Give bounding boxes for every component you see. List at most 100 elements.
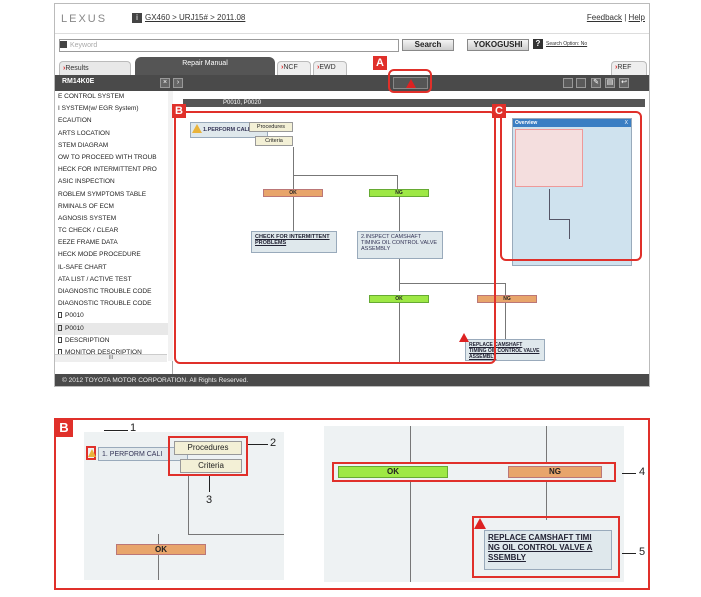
leader-line [104, 430, 128, 431]
sidebar-item-label: P0010 [65, 324, 84, 332]
edit-icon[interactable]: ✎ [591, 78, 601, 88]
connector [410, 482, 411, 582]
callout-number-2: 2 [270, 437, 277, 449]
keyword-icon [60, 41, 67, 48]
sidebar-item-label: DESCRIPTION [65, 336, 110, 344]
top-bar: LEXUS i GX460 > URJ15# > 2011.08 Feedbac… [55, 4, 649, 34]
sidebar-item-label: HECK MODE PROCEDURE [58, 251, 141, 259]
sidebar-item[interactable]: P0010 [55, 322, 172, 335]
sidebar-item[interactable]: HECK MODE PROCEDURE [55, 249, 172, 261]
connector [505, 283, 506, 295]
leader-line [622, 473, 636, 474]
document-icon [58, 336, 62, 343]
warning-icon [88, 449, 96, 457]
callout-a-box [388, 69, 432, 93]
sidebar-item[interactable]: EEZE FRAME DATA [55, 237, 172, 249]
feedback-link[interactable]: Feedback [587, 13, 622, 22]
search-input[interactable]: Keyword [59, 39, 399, 52]
breadcrumb[interactable]: GX460 > URJ15# > 2011.08 [145, 13, 245, 22]
sidebar-item-label: DIAGNOSTIC TROUBLE CODE [58, 288, 152, 295]
callout-c-badge: C [492, 104, 506, 118]
print-icon[interactable]: ▤ [605, 78, 615, 88]
toolbar-disabled-icon [576, 78, 586, 88]
header-links: Feedback | Help [587, 13, 645, 22]
sidebar-item[interactable]: ASIC INSPECTION [55, 176, 172, 188]
back-icon[interactable]: ↩ [619, 78, 629, 88]
help-icon[interactable]: ? [533, 39, 543, 49]
search-button[interactable]: Search [402, 39, 454, 51]
sidebar-item-label: ASIC INSPECTION [58, 178, 115, 186]
sidebar-item-label: OW TO PROCEED WITH TROUB [58, 153, 157, 161]
sidebar-item-label: ARTS LOCATION [58, 129, 110, 137]
connector [505, 303, 506, 339]
info-icon[interactable]: i [132, 13, 142, 23]
tab-ref[interactable]: ›REF [611, 61, 647, 75]
detail-panel: B 1. PERFORM CALI Procedures Criteria OK… [54, 418, 650, 590]
warning-icon [474, 518, 486, 529]
search-option-link[interactable]: Search Option: No [546, 41, 587, 47]
yokogushi-button[interactable]: YOKOGUSHI [467, 39, 529, 51]
tab-ncf[interactable]: ›NCF [277, 61, 311, 75]
sidebar-item[interactable]: ARTS LOCATION [55, 128, 172, 140]
detail-replace-node: REPLACE CAMSHAFT TIMI NG OIL CONTROL VAL… [484, 530, 612, 570]
sidebar-item[interactable]: DIAGNOSTIC TROUBLE CODE [55, 298, 172, 310]
detail-badge: B [55, 419, 73, 437]
detail-procedures-button: Procedures [174, 441, 242, 455]
sidebar-item[interactable]: TC CHECK / CLEAR [55, 225, 172, 237]
header-separator: | [624, 13, 627, 22]
sidebar-tree: E CONTROL SYSTEM I SYSTEM(w/ EGR System) E… [55, 91, 173, 374]
connector [546, 482, 547, 520]
sidebar-item[interactable]: OW TO PROCEED WITH TROUB [55, 152, 172, 164]
sidebar-item-label: ROBLEM SYMPTOMS TABLE [58, 190, 147, 198]
detail-ok-right: OK [338, 466, 448, 478]
sidebar-item[interactable]: AGNOSIS SYSTEM [55, 213, 172, 225]
leader-line [622, 553, 636, 554]
sidebar-item[interactable]: ROBLEM SYMPTOMS TABLE [55, 189, 172, 201]
sidebar-item-label: STEM DIAGRAM [58, 141, 109, 149]
tab-repair-manual[interactable]: Repair Manual [135, 57, 275, 75]
sidebar-item-label: ECAUTION [58, 117, 92, 125]
tab-ewd[interactable]: ›EWD [313, 61, 347, 75]
callout-number-1: 1 [130, 422, 137, 434]
callout-b-badge: B [172, 104, 186, 118]
sidebar-item[interactable]: RMINALS OF ECM [55, 201, 172, 213]
sidebar-item[interactable]: IL-SAFE CHART [55, 262, 172, 274]
sidebar-item[interactable]: E CONTROL SYSTEM [55, 91, 172, 103]
sidebar-item-label: I SYSTEM(w/ EGR System) [58, 105, 139, 113]
lexus-logo: LEXUS [61, 13, 108, 25]
connector [546, 426, 547, 464]
sidebar-item-label: P0010 [65, 312, 84, 320]
tab-results[interactable]: ›Results [59, 61, 131, 75]
sidebar-item[interactable]: DESCRIPTION [55, 335, 172, 347]
sidebar-item[interactable]: ECAUTION [55, 115, 172, 127]
toolbar: RM14K0E × › ✎ ▤ ↩ [55, 75, 649, 91]
sidebar-item-label: HECK FOR INTERMITTENT PRO [58, 166, 157, 174]
sidebar-item-label: TC CHECK / CLEAR [58, 227, 119, 235]
tab-row: ›Results Repair Manual ›NCF ›EWD ›REF [55, 57, 649, 75]
callout-a-badge: A [373, 56, 387, 70]
sidebar-item[interactable]: DIAGNOSTIC TROUBLE CODE [55, 286, 172, 298]
sidebar-item[interactable]: ATA LIST / ACTIVE TEST [55, 274, 172, 286]
sidebar-item-label: EEZE FRAME DATA [58, 239, 118, 247]
sidebar-hscroll[interactable]: III [55, 354, 167, 362]
sidebar-item-label: ATA LIST / ACTIVE TEST [58, 275, 132, 283]
leader-line [248, 444, 268, 445]
connector [158, 555, 159, 580]
footer: © 2012 TOYOTA MOTOR CORPORATION. All Rig… [55, 374, 649, 386]
close-icon[interactable]: × [160, 78, 170, 88]
callout-c-box [500, 111, 642, 261]
connector [188, 476, 189, 534]
sidebar-item[interactable]: STEM DIAGRAM [55, 140, 172, 152]
document-icon [58, 324, 62, 331]
sidebar-scrollbar[interactable] [168, 91, 173, 361]
help-link[interactable]: Help [629, 13, 645, 22]
connector [188, 534, 284, 535]
callout-number-3: 3 [206, 494, 213, 506]
sidebar-item[interactable]: P0010 [55, 310, 172, 322]
sidebar-item-label: RMINALS OF ECM [58, 202, 114, 210]
sidebar-item[interactable]: HECK FOR INTERMITTENT PRO [55, 164, 172, 176]
sidebar-item[interactable]: I SYSTEM(w/ EGR System) [55, 103, 172, 115]
tab-ref-label: REF [617, 64, 632, 71]
callout-b-box [174, 111, 496, 364]
next-icon[interactable]: › [173, 78, 183, 88]
